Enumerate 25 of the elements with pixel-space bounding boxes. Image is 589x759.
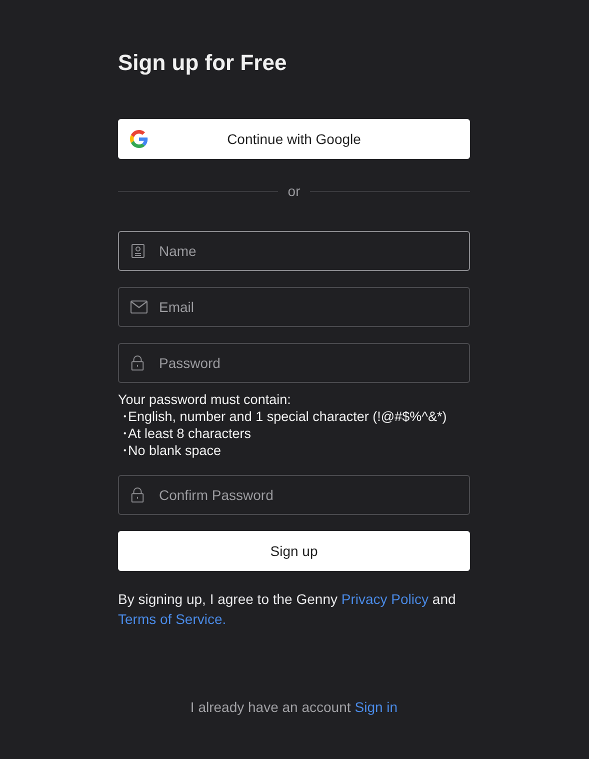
divider-label: or <box>288 183 300 199</box>
rule-text: At least 8 characters <box>128 425 252 442</box>
privacy-policy-link[interactable]: Privacy Policy <box>341 591 429 607</box>
terms-link[interactable]: Terms of Service. <box>118 611 226 627</box>
rules-heading: Your password must contain: <box>118 391 292 408</box>
id-card-icon <box>130 243 146 259</box>
lock-icon <box>130 355 145 371</box>
email-field[interactable]: Email <box>118 287 470 327</box>
sign-in-link[interactable]: Sign in <box>354 699 398 715</box>
account-text: I already have an account <box>190 699 351 715</box>
bullet: ・ <box>118 425 128 442</box>
page-title: Sign up for Free <box>118 49 288 77</box>
sign-up-button[interactable]: Sign up <box>118 531 470 571</box>
rule-text: English, number and 1 special character (!@#$%^&*) <box>128 408 447 425</box>
name-field[interactable]: Name <box>118 231 470 271</box>
bullet: ・ <box>118 442 128 459</box>
password-field[interactable]: Confirm Password <box>118 475 470 515</box>
terms-text: By signing up, I agree to the Genny Privacy Policy and Terms of Service. <box>118 590 457 629</box>
password-field[interactable]: Password <box>118 343 470 383</box>
lock-icon <box>130 487 145 503</box>
mail-icon <box>130 300 148 314</box>
rule-text: No blank space <box>128 442 222 459</box>
bullet: ・ <box>118 408 128 425</box>
google-icon <box>130 130 148 148</box>
google-button[interactable]: Continue with Google <box>118 119 470 159</box>
